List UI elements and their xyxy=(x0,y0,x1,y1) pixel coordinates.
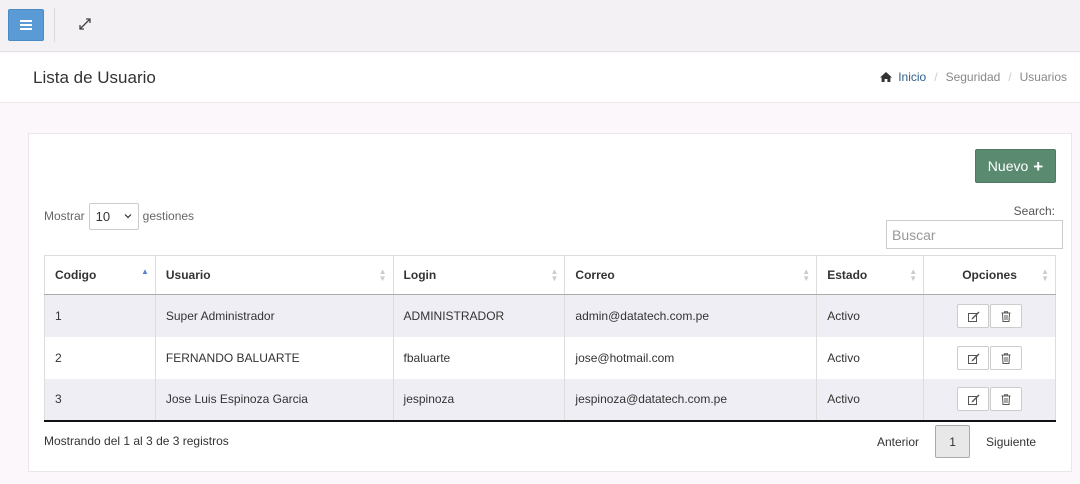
new-button-label: Nuevo xyxy=(987,158,1029,174)
breadcrumb-home-label: Inicio xyxy=(898,70,927,84)
column-label: Correo xyxy=(575,268,615,282)
cell-opciones xyxy=(923,336,1056,379)
column-header-usuario[interactable]: Usuario ▲ ▼ xyxy=(154,255,394,295)
top-navbar xyxy=(0,0,1080,52)
cell-correo: admin@datatech.com.pe xyxy=(564,294,818,337)
breadcrumb-separator: / xyxy=(1008,70,1012,84)
breadcrumb-home-link[interactable]: Inicio xyxy=(879,70,926,84)
cell-codigo: 3 xyxy=(44,378,156,422)
cell-opciones xyxy=(923,294,1056,337)
edit-button[interactable] xyxy=(956,345,989,370)
column-header-login[interactable]: Login ▲ ▼ xyxy=(392,255,566,295)
page-title: Lista de Usuario xyxy=(33,68,156,87)
sort-asc-icon: ▲ xyxy=(140,267,149,276)
cell-estado: Activo xyxy=(816,378,925,422)
breadcrumb: Inicio / Seguridad / Usuarios xyxy=(879,70,1067,84)
length-suffix: gestiones xyxy=(142,209,195,223)
trash-icon xyxy=(1001,394,1011,405)
delete-button[interactable] xyxy=(990,345,1023,370)
pagination-page-1[interactable]: 1 xyxy=(935,425,971,458)
cell-usuario: Jose Luis Espinoza Garcia xyxy=(154,378,394,422)
column-label: Login xyxy=(403,268,437,282)
cell-correo: jespinoza@datatech.com.pe xyxy=(564,378,818,422)
pagination: Anterior 1 Siguiente xyxy=(865,425,1050,458)
page-length-select[interactable]: 10 xyxy=(88,202,139,230)
page-length-control: Mostrar 10 gestiones xyxy=(44,202,194,230)
column-header-estado[interactable]: Estado ▲ ▼ xyxy=(816,255,925,295)
table-info: Mostrando del 1 al 3 de 3 registros xyxy=(44,434,229,448)
new-user-button[interactable]: Nuevo + xyxy=(975,149,1056,183)
pagination-next[interactable]: Siguiente xyxy=(970,435,1050,449)
edit-icon xyxy=(967,353,980,364)
cell-login: jespinoza xyxy=(392,378,566,422)
trash-icon xyxy=(1001,311,1011,322)
plus-icon: + xyxy=(1033,156,1044,176)
sort-icon: ▲ ▼ xyxy=(378,267,387,283)
edit-button[interactable] xyxy=(956,387,989,411)
sort-icon: ▲ ▼ xyxy=(909,267,918,283)
cell-codigo: 1 xyxy=(44,294,156,337)
column-label: Opciones xyxy=(962,268,1017,282)
page-length-value: 10 xyxy=(95,208,111,224)
column-label: Codigo xyxy=(55,268,97,282)
home-icon xyxy=(880,72,893,82)
users-card: Nuevo + Mostrar 10 gestiones Search: Cod… xyxy=(28,133,1072,472)
navbar-divider xyxy=(54,8,55,42)
table-header-row: Codigo ▲ Usuario ▲ ▼ Login ▲ ▼ Correo ▲ ▼ Estad… xyxy=(44,255,1056,295)
cell-usuario: Super Administrador xyxy=(154,294,394,337)
sort-icon: ▲ ▼ xyxy=(1041,267,1049,283)
sort-icon: ▲ ▼ xyxy=(550,267,559,283)
page-header: Lista de Usuario Inicio / Seguridad / Us… xyxy=(0,53,1080,103)
table-row: 3 Jose Luis Espinoza Garcia jespinoza je… xyxy=(44,378,1056,422)
cell-correo: jose@hotmail.com xyxy=(564,336,818,379)
edit-icon xyxy=(967,311,980,322)
cell-usuario: FERNANDO BALUARTE xyxy=(154,336,394,379)
breadcrumb-current: Usuarios xyxy=(1019,70,1067,84)
trash-icon xyxy=(1001,352,1011,364)
search-label: Search: xyxy=(1013,204,1055,218)
users-table: Codigo ▲ Usuario ▲ ▼ Login ▲ ▼ Correo ▲ ▼ Estad… xyxy=(44,255,1056,422)
cell-codigo: 2 xyxy=(44,336,156,379)
search-input[interactable] xyxy=(886,220,1063,249)
delete-button[interactable] xyxy=(990,387,1023,411)
breadcrumb-section[interactable]: Seguridad xyxy=(946,70,1001,84)
cell-login: fbaluarte xyxy=(392,336,566,379)
edit-button[interactable] xyxy=(956,303,989,328)
hamburger-icon xyxy=(20,24,32,26)
delete-button[interactable] xyxy=(990,303,1023,328)
column-label: Usuario xyxy=(165,268,211,282)
column-label: Estado xyxy=(827,268,868,282)
breadcrumb-separator: / xyxy=(934,70,938,84)
pagination-previous[interactable]: Anterior xyxy=(865,435,935,449)
cell-opciones xyxy=(923,378,1056,422)
length-prefix: Mostrar xyxy=(44,209,85,223)
edit-icon xyxy=(967,394,980,405)
cell-estado: Activo xyxy=(816,294,925,337)
expand-icon[interactable] xyxy=(76,15,94,33)
column-header-correo[interactable]: Correo ▲ ▼ xyxy=(564,255,818,295)
cell-login: ADMINISTRADOR xyxy=(392,294,566,337)
table-row: 1 Super Administrador ADMINISTRADOR admi… xyxy=(44,294,1056,337)
table-row: 2 FERNANDO BALUARTE fbaluarte jose@hotma… xyxy=(44,336,1056,379)
chevron-down-icon xyxy=(124,214,132,219)
column-header-codigo[interactable]: Codigo ▲ xyxy=(44,255,156,295)
cell-estado: Activo xyxy=(816,336,925,379)
column-header-opciones[interactable]: Opciones ▲ ▼ xyxy=(923,255,1056,295)
sort-icon: ▲ ▼ xyxy=(802,267,811,283)
hamburger-menu-button[interactable] xyxy=(8,9,44,41)
